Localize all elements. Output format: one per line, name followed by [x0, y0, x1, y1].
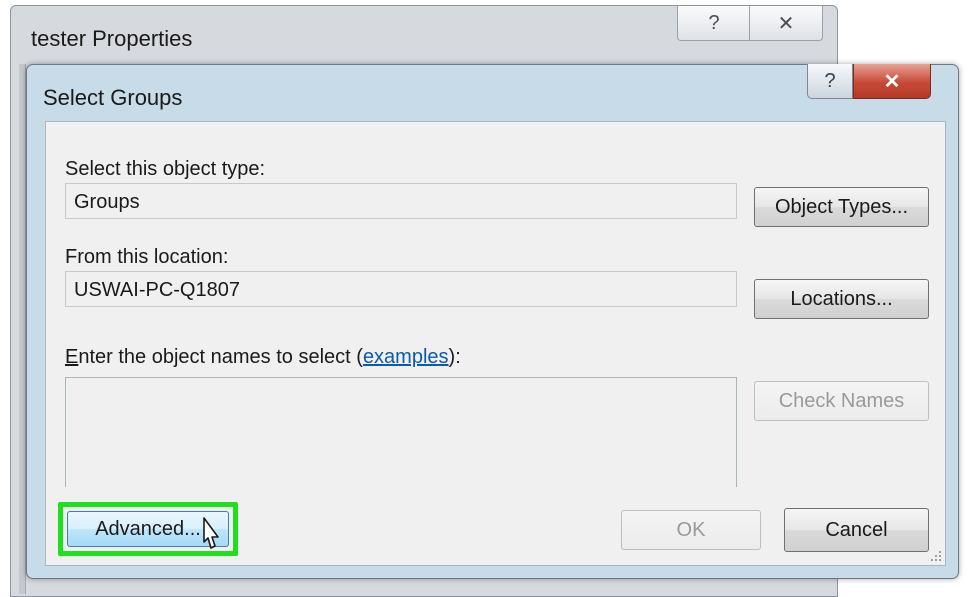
help-icon: ?: [708, 11, 720, 34]
close-icon: ✕: [777, 12, 795, 35]
location-label: From this location:: [65, 246, 229, 268]
mouse-pointer-icon: [203, 517, 219, 549]
object-type-label: Select this object type:: [65, 158, 266, 180]
dialog-title: Select Groups: [43, 85, 183, 110]
names-label-text: nter the object names to select (: [78, 346, 363, 368]
dialog-client-area: Select this object type: Groups Object T…: [45, 121, 946, 566]
close-icon: ✕: [883, 70, 901, 93]
object-names-input[interactable]: [65, 377, 737, 487]
examples-link[interactable]: examples: [363, 346, 449, 368]
cancel-button[interactable]: Cancel: [784, 508, 929, 552]
locations-button[interactable]: Locations...: [754, 279, 929, 319]
resize-grip-icon[interactable]: [929, 549, 943, 563]
select-groups-dialog: Select Groups ? ✕ Select this object typ…: [26, 64, 959, 579]
object-names-label: Enter the object names to select (exampl…: [65, 346, 461, 369]
object-type-field: Groups: [65, 183, 737, 219]
dialog-help-button[interactable]: ?: [807, 64, 853, 99]
check-names-button[interactable]: Check Names: [754, 381, 929, 421]
dialog-close-button[interactable]: ✕: [853, 64, 931, 99]
object-types-button[interactable]: Object Types...: [754, 187, 929, 227]
ok-button[interactable]: OK: [621, 510, 761, 550]
window-title: tester Properties: [31, 26, 193, 51]
window-content-edge: [19, 64, 26, 594]
help-icon: ?: [824, 69, 836, 92]
close-button[interactable]: ✕: [749, 6, 823, 41]
names-label-accelerator: E: [65, 346, 79, 368]
names-label-suffix: ):: [448, 346, 461, 368]
help-button[interactable]: ?: [677, 6, 751, 41]
location-field: USWAI-PC-Q1807: [65, 271, 737, 307]
